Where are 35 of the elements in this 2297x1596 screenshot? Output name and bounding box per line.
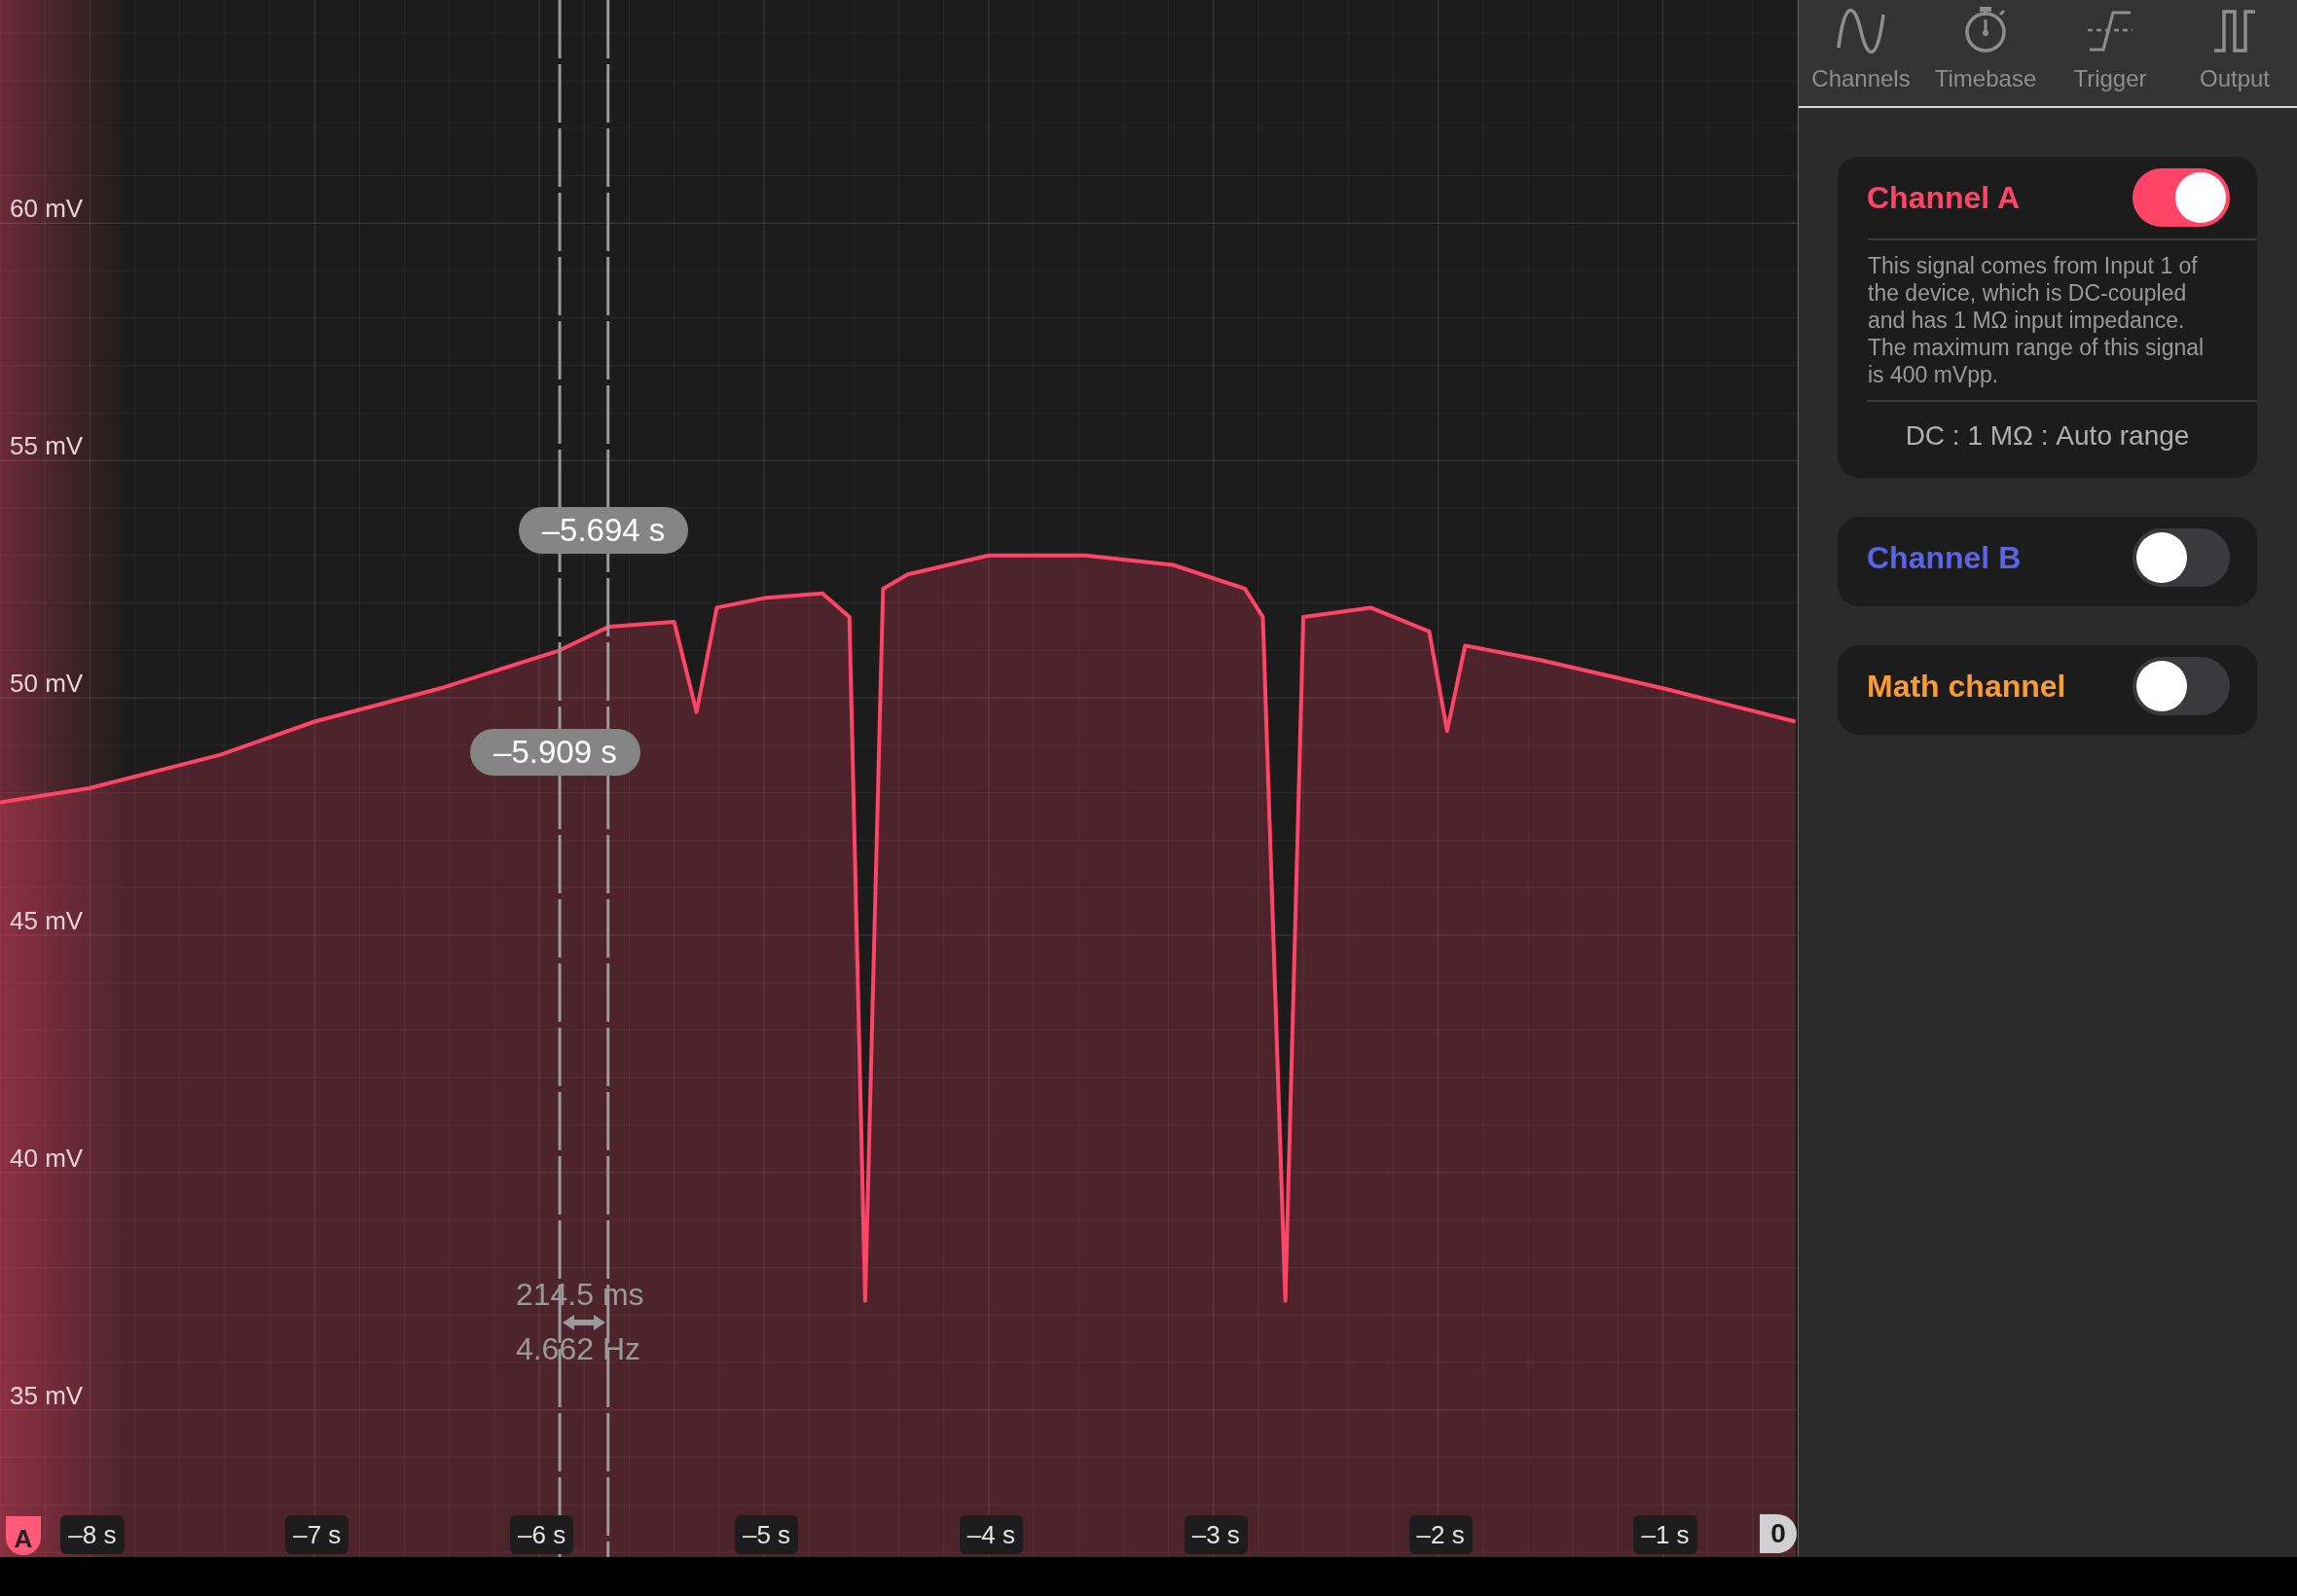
toggle-switch[interactable]: [2133, 168, 2230, 227]
x-axis-label: –6 s: [510, 1515, 574, 1554]
trigger-marker[interactable]: 0: [1760, 1514, 1797, 1553]
cursor-label[interactable]: –5.694 s: [518, 507, 689, 554]
x-axis-label: –2 s: [1408, 1515, 1473, 1554]
x-axis-label: –7 s: [285, 1515, 349, 1554]
toggle-switch[interactable]: [2133, 528, 2230, 587]
toolbar-tab[interactable]: Output: [2172, 0, 2297, 106]
toolbar-tab[interactable]: Timebase: [1923, 0, 2048, 106]
x-axis-label: –5 s: [734, 1515, 799, 1554]
toggle-switch[interactable]: [2133, 657, 2230, 715]
channel-marker[interactable]: A: [6, 1516, 41, 1555]
stopwatch-icon: [1963, 5, 2008, 54]
channel-title: Channel B: [1867, 539, 2022, 577]
y-axis-label: 55 mV: [10, 431, 84, 461]
x-axis-label: –4 s: [959, 1515, 1023, 1554]
x-axis-label: –3 s: [1184, 1515, 1248, 1554]
channel-description: This signal comes from Input 1 of the device, which is DC-coupled and has 1 MΩ input impedance. The maximum range of this signal is 400 mVpp.: [1868, 238, 2257, 400]
toolbar-tab[interactable]: Trigger: [2048, 0, 2172, 106]
sine-wave-icon: [1837, 9, 1885, 54]
channel-title: Math channel: [1867, 668, 2066, 706]
y-axis-label: 60 mV: [10, 194, 84, 224]
input-setting[interactable]: DC : 1 MΩ : Auto range: [1905, 416, 2190, 456]
x-axis-label: –8 s: [60, 1515, 125, 1554]
trigger-edge-icon: [2088, 9, 2133, 54]
double-arrow-icon: [562, 1315, 605, 1330]
x-axis-label: –1 s: [1633, 1515, 1697, 1554]
pulse-wave-icon: [2212, 9, 2257, 54]
y-axis-label: 45 mV: [10, 905, 84, 935]
channel-title: Channel A: [1867, 179, 2021, 217]
y-axis-label: 50 mV: [10, 669, 84, 699]
toolbar-tab[interactable]: Channels: [1799, 0, 1923, 106]
y-axis-label: 40 mV: [10, 1143, 84, 1173]
y-axis-label: 35 mV: [10, 1380, 84, 1410]
cursor-label[interactable]: –5.909 s: [470, 729, 640, 776]
